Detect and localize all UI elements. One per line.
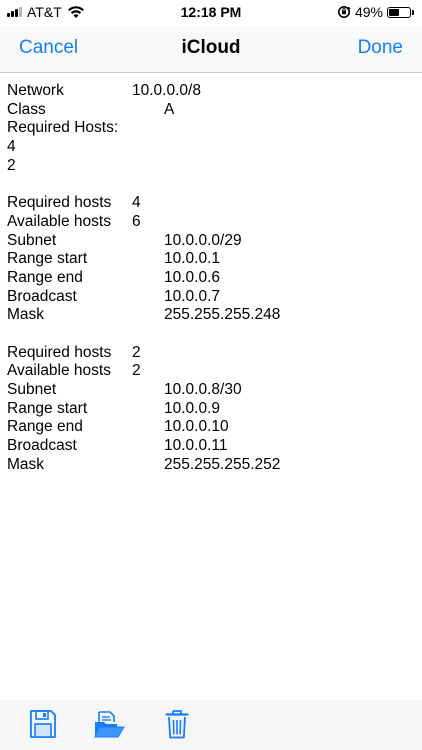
available-hosts-row: Available hosts 6: [7, 212, 141, 230]
range-end-row: Range end 10.0.0.6: [7, 268, 221, 286]
mask-row: Mask 255.255.255.248: [7, 306, 281, 324]
required-hosts-header: Required Hosts:: [7, 119, 119, 137]
done-button[interactable]: Done: [358, 37, 403, 59]
subnet-block: Required hosts 4 Available hosts 6 Subne…: [7, 194, 417, 325]
class-value: A: [164, 100, 175, 118]
open-folder-icon[interactable]: [93, 708, 125, 740]
range-start-row: Range start 10.0.0.1: [7, 250, 221, 268]
status-bar: AT&T 12:18 PM 49%: [0, 0, 422, 26]
class-label: Class: [7, 100, 46, 118]
trash-icon[interactable]: [165, 708, 189, 740]
range-start-row: Range start 10.0.0.9: [7, 399, 221, 417]
battery-tip: [412, 9, 414, 15]
broadcast-row: Broadcast 10.0.0.7: [7, 287, 221, 305]
battery-icon: [387, 6, 411, 18]
mask-row: Mask 255.255.255.252: [7, 455, 281, 473]
required-hosts-item: 2: [7, 156, 16, 174]
network-row: Network 10.0.0.0/8: [7, 82, 417, 101]
class-row: Class A: [7, 101, 417, 120]
bottom-toolbar: [0, 700, 422, 750]
network-value: 10.0.0.0/8: [132, 82, 201, 99]
subnet-row: Subnet 10.0.0.0/29: [7, 231, 242, 249]
broadcast-row: Broadcast 10.0.0.11: [7, 437, 228, 455]
range-end-row: Range end 10.0.0.10: [7, 418, 229, 436]
required-hosts-row: Required hosts 2: [7, 343, 141, 361]
network-label: Network: [7, 82, 64, 99]
required-hosts-row: Required hosts 4: [7, 194, 141, 212]
status-right: 49%: [337, 4, 414, 20]
navigation-bar: Cancel iCloud Done: [0, 26, 422, 73]
save-icon[interactable]: [28, 708, 58, 740]
document-text[interactable]: Network 10.0.0.0/8 Class A Required Host…: [7, 82, 417, 474]
available-hosts-row: Available hosts 2: [7, 362, 141, 380]
battery-percent: 49%: [354, 4, 383, 20]
orientation-lock-icon: [337, 6, 351, 18]
required-hosts-item: 4: [7, 138, 16, 156]
subnet-block: Required hosts 2 Available hosts 2 Subne…: [7, 344, 417, 475]
subnet-row: Subnet 10.0.0.8/30: [7, 381, 242, 398]
